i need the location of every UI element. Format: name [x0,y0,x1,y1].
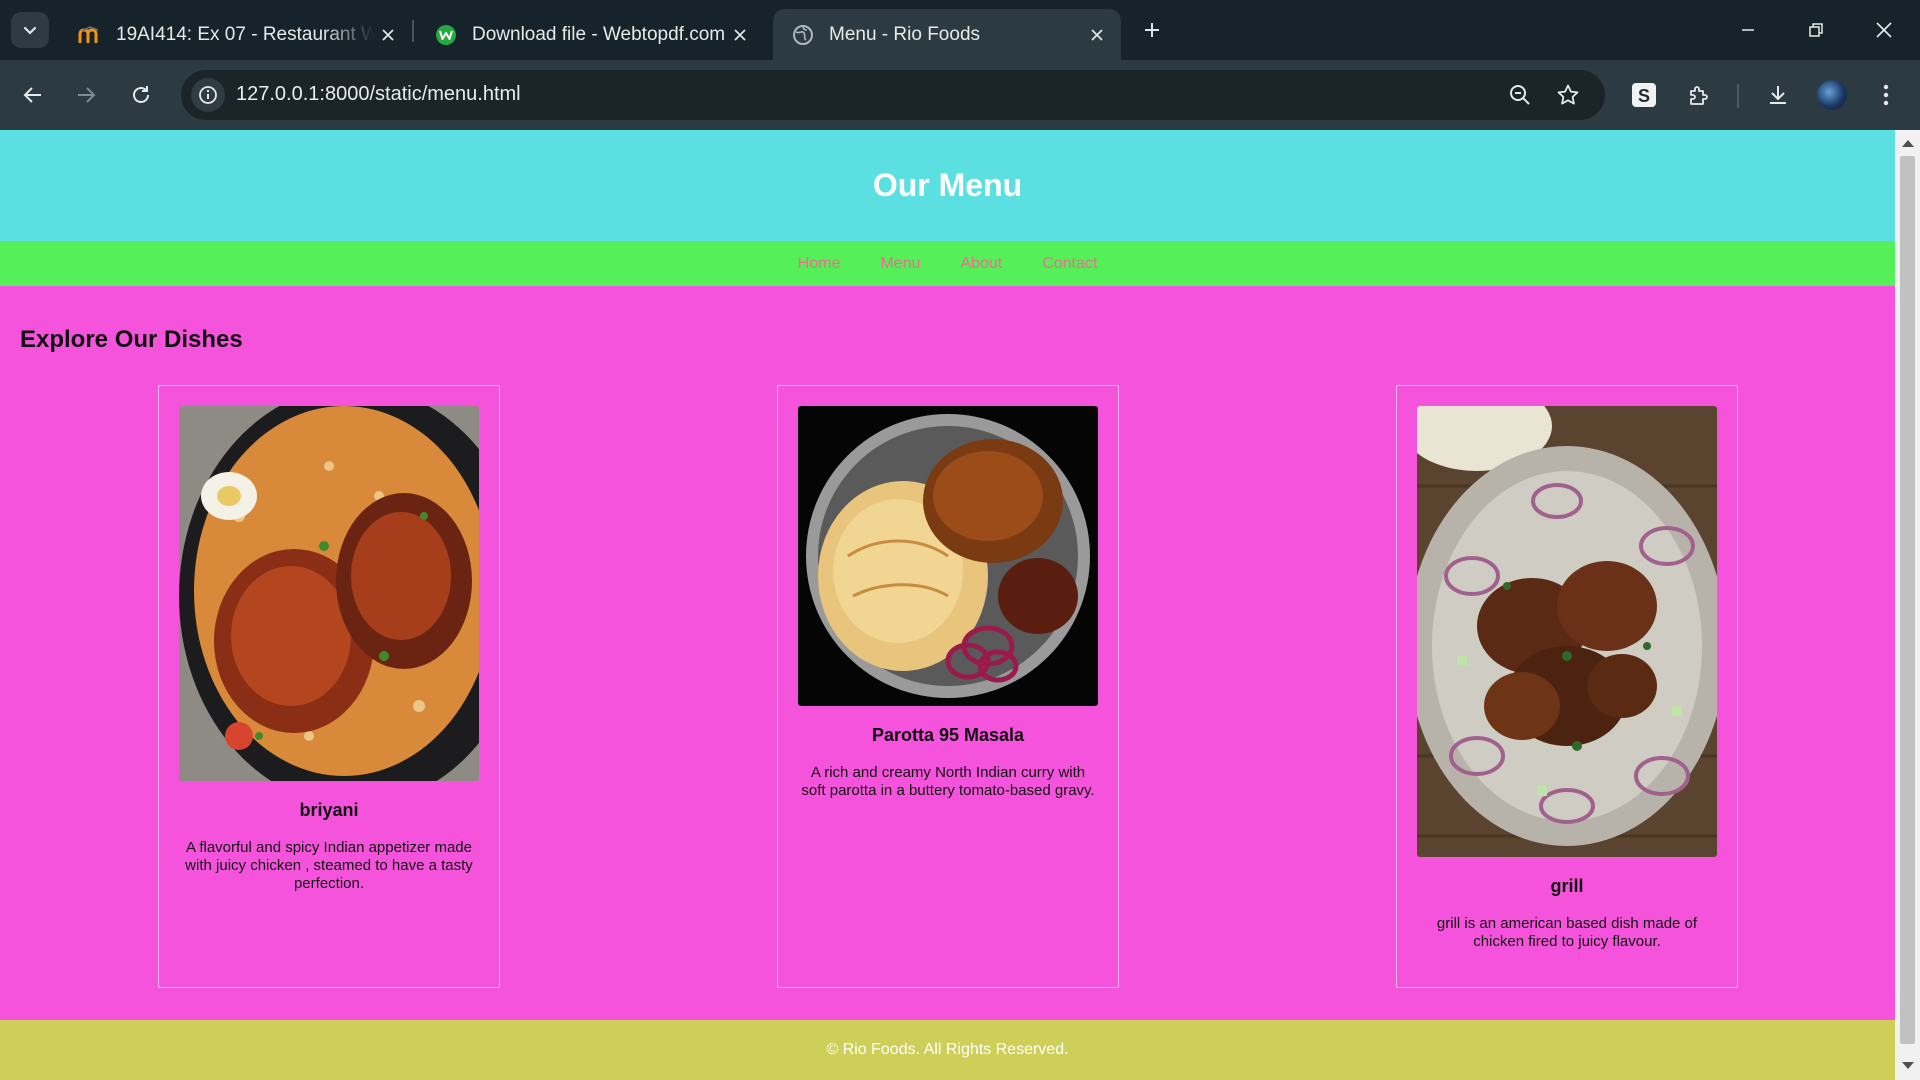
new-tab-button[interactable] [1136,14,1168,46]
download-icon [1770,86,1786,104]
s-extension-icon: S [1632,83,1656,107]
bookmark-button[interactable] [1553,80,1583,110]
close-icon[interactable] [726,21,754,49]
webtopdf-icon [434,23,458,47]
page-scrollbar[interactable] [1895,130,1920,1080]
profile-avatar[interactable] [1817,80,1847,110]
info-icon [199,86,217,104]
extensions-button[interactable] [1679,75,1719,115]
tab-moodle[interactable]: 19AI414: Ex 07 - Restaurant We [60,9,412,60]
nav-link-menu[interactable]: Menu [880,255,920,273]
close-icon[interactable] [1083,21,1111,49]
dish-photo-briyani [179,406,479,781]
dish-card: briyani A flavorful and spicy Indian app… [158,385,500,988]
close-icon[interactable] [374,21,402,49]
scroll-up-arrow-icon[interactable] [1902,140,1914,147]
close-window-button[interactable] [1850,0,1918,60]
dish-name: grill [1550,876,1584,896]
site-footer: © Rio Foods. All Rights Reserved. [0,1020,1895,1080]
forward-button[interactable] [66,75,106,115]
globe-icon [791,23,815,47]
minimize-button[interactable] [1714,0,1782,60]
tab-menu-rio-foods[interactable]: Menu - Rio Foods [773,9,1121,60]
nav-link-home[interactable]: Home [798,255,841,273]
dish-description: grill is an american based dish made of … [1436,915,1698,950]
zoom-out-icon [1510,85,1530,105]
close-icon [1876,22,1892,38]
back-button[interactable] [13,75,53,115]
toolbar-divider [1737,84,1739,108]
restore-button[interactable] [1782,0,1850,60]
tab-title: 19AI414: Ex 07 - Restaurant We [116,23,374,45]
dish-description: A flavorful and spicy Indian appetizer m… [185,839,473,892]
tab-divider [412,20,414,42]
reload-button[interactable] [121,75,161,115]
plus-icon [1145,23,1159,37]
site-nav: Home Menu About Contact [0,241,1895,286]
moodle-icon [78,23,102,47]
footer-copyright: © Rio Foods. All Rights Reserved. [826,1041,1069,1058]
page-viewport: Our Menu Home Menu About Contact Explore… [0,130,1895,1080]
page-title: Our Menu [872,167,1023,203]
dish-photo-parotta [798,406,1098,706]
nav-link-contact[interactable]: Contact [1042,255,1097,273]
dish-photo-grill [1417,406,1717,857]
dish-card: Parotta 95 Masala A rich and creamy Nort… [777,385,1119,988]
puzzle-icon [1690,86,1708,105]
reload-icon [133,86,149,103]
svg-text:S: S [1638,86,1650,106]
tab-title: Menu - Rio Foods [829,23,981,45]
site-header: Our Menu [0,130,1895,241]
browser-toolbar: 127.0.0.1:8000/static/menu.html S [0,60,1920,130]
zoom-button[interactable] [1505,80,1535,110]
dish-description: A rich and creamy North Indian curry wit… [801,764,1095,799]
tab-strip: 19AI414: Ex 07 - Restaurant We Download … [0,0,1920,60]
more-vertical-icon [1883,84,1889,106]
restore-icon [1809,23,1823,37]
chevron-down-icon [23,26,37,35]
nav-link-about[interactable]: About [960,255,1002,273]
scrollbar-thumb[interactable] [1900,156,1915,1044]
tab-webtopdf[interactable]: Download file - Webtopdf.com [416,9,764,60]
site-info-button[interactable] [191,78,225,112]
tab-title: Download file - Webtopdf.com [472,23,726,45]
url-text[interactable]: 127.0.0.1:8000/static/menu.html [236,83,521,106]
dish-card: grill grill is an american based dish ma… [1396,385,1738,988]
extension-s-button[interactable]: S [1624,75,1664,115]
browser-menu-button[interactable] [1866,75,1906,115]
dish-name: Parotta 95 Masala [871,725,1025,745]
dish-name: briyani [299,800,359,820]
tab-search-button[interactable] [11,12,49,48]
star-icon [1557,84,1579,105]
arrow-left-icon [23,87,41,103]
address-bar[interactable]: 127.0.0.1:8000/static/menu.html [181,70,1605,120]
section-title: Explore Our Dishes [20,326,243,353]
arrow-right-icon [78,87,96,103]
scroll-down-arrow-icon[interactable] [1902,1062,1914,1069]
minimize-icon [1742,29,1754,31]
downloads-button[interactable] [1758,75,1798,115]
